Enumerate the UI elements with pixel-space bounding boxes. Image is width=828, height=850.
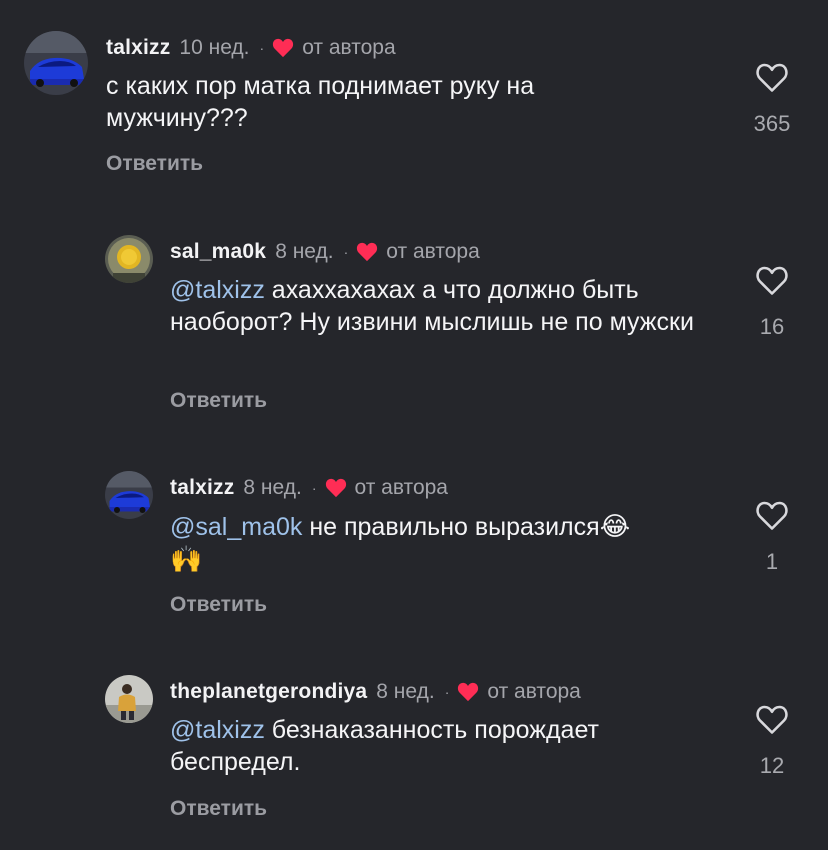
reply-button[interactable]: Ответить xyxy=(170,390,267,411)
author-liked-heart-icon xyxy=(325,478,346,497)
comment-text: @sal_ma0k не правильно выразился😂 🙌 xyxy=(170,510,710,576)
like-button[interactable]: 365 xyxy=(742,62,802,135)
author-label: от автора xyxy=(354,476,448,499)
person-photo-avatar-icon xyxy=(105,675,153,723)
reply-button[interactable]: Ответить xyxy=(106,153,203,174)
laughing-emoji-icon: 😂 xyxy=(599,511,631,541)
raised-hands-emoji-icon: 🙌 xyxy=(170,544,203,574)
timestamp: 10 нед. xyxy=(179,36,250,59)
blue-car-avatar-icon xyxy=(105,471,153,519)
heart-outline-icon xyxy=(756,501,788,530)
comment-meta: talxizz 10 нед. · от автора xyxy=(106,37,396,58)
separator-dot: · xyxy=(259,39,265,56)
mention-link[interactable]: @talxizz xyxy=(170,716,265,744)
comment-meta: talxizz 8 нед. · от автора xyxy=(170,477,448,498)
like-button[interactable]: 12 xyxy=(742,704,802,777)
comment-body: не правильно выразился xyxy=(309,513,600,541)
yellow-face-avatar-icon xyxy=(105,235,153,283)
comment-text: @talxizz безнаказанность порождает беспр… xyxy=(170,714,710,778)
avatar[interactable] xyxy=(24,31,88,95)
blue-car-avatar-icon xyxy=(24,31,88,95)
like-button[interactable]: 16 xyxy=(742,265,802,338)
reply-button[interactable]: Ответить xyxy=(170,798,267,819)
timestamp: 8 нед. xyxy=(275,240,334,263)
author-liked-heart-icon xyxy=(458,682,479,701)
heart-outline-icon xyxy=(756,63,788,92)
like-count: 12 xyxy=(759,753,785,778)
like-button[interactable]: 1 xyxy=(742,500,802,573)
author-label: от автора xyxy=(386,240,480,263)
author-liked-heart-icon xyxy=(273,38,294,57)
username[interactable]: talxizz xyxy=(106,37,170,58)
avatar[interactable] xyxy=(105,471,153,519)
comment-meta: sal_ma0k 8 нед. · от автора xyxy=(170,241,480,262)
comment-body: с каких пор матка поднимает руку на мужч… xyxy=(106,72,535,132)
like-count: 1 xyxy=(765,549,779,574)
separator-dot: · xyxy=(343,243,349,260)
comment-text: @talxizz ахаххахахах а что должно быть н… xyxy=(170,274,710,338)
mention-link[interactable]: @sal_ma0k xyxy=(170,513,302,541)
reply-button[interactable]: Ответить xyxy=(170,594,267,615)
comment-meta: theplanetgerondiya 8 нед. · от автора xyxy=(170,681,581,702)
heart-outline-icon xyxy=(756,266,788,295)
timestamp: 8 нед. xyxy=(376,680,435,703)
username[interactable]: sal_ma0k xyxy=(170,241,266,262)
author-liked-heart-icon xyxy=(357,242,378,261)
timestamp: 8 нед. xyxy=(243,476,302,499)
username[interactable]: talxizz xyxy=(170,477,234,498)
author-label: от автора xyxy=(487,680,581,703)
username[interactable]: theplanetgerondiya xyxy=(170,681,367,702)
author-label: от автора xyxy=(302,36,396,59)
mention-link[interactable]: @talxizz xyxy=(170,276,265,304)
avatar[interactable] xyxy=(105,235,153,283)
separator-dot: · xyxy=(311,479,317,496)
comment-text: с каких пор матка поднимает руку на мужч… xyxy=(106,70,666,134)
separator-dot: · xyxy=(444,683,450,700)
like-count: 16 xyxy=(759,314,785,339)
heart-outline-icon xyxy=(756,705,788,734)
like-count: 365 xyxy=(753,111,791,136)
avatar[interactable] xyxy=(105,675,153,723)
